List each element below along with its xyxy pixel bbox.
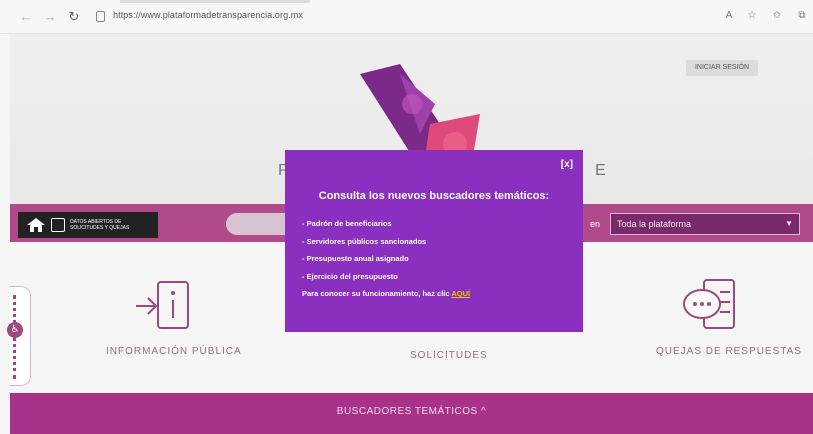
address-bar[interactable]: https://www.plataformadetransparencia.or… [113,10,303,20]
document-icon [51,218,65,232]
quejas-icon[interactable] [680,276,740,336]
datos-abiertos-label: DATOS ABIERTOS DE SOLICITUDES Y QUEJAS [70,219,130,231]
accessibility-icon[interactable]: ♿ [7,322,23,338]
list-item: - Servidores públicos sancionados [302,236,427,246]
quejas-label[interactable]: QUEJAS DE RESPUESTAS [656,346,802,357]
datos-abiertos-button[interactable]: DATOS ABIERTOS DE SOLICITUDES Y QUEJAS [18,212,158,238]
forward-arrow-icon[interactable]: → [42,9,58,25]
reload-icon[interactable]: ↻ [66,9,82,25]
chevron-down-icon: ▼ [785,219,793,228]
buscadores-tematicos-bar[interactable]: BUSCADORES TEMÁTICOS ^ [10,393,813,434]
modal-cta: Para conocer su funcionamiento, haz clic… [302,289,470,298]
buscadores-modal: [x] Consulta los nuevos buscadores temát… [285,150,583,332]
aqui-link[interactable]: AQUÍ [451,289,470,298]
modal-cta-text: Para conocer su funcionamiento, haz clic [302,289,452,298]
home-icon[interactable] [26,217,46,233]
modal-title: Consulta los nuevos buscadores temáticos… [318,190,550,202]
collections-icon[interactable]: ⧉ [795,9,809,23]
informacion-publica-label[interactable]: INFORMACIÓN PÚBLICA [106,346,242,357]
browser-toolbar: ← → ↻ https://www.plataformadetransparen… [0,0,813,34]
read-aloud-icon[interactable]: A [722,9,736,23]
solicitudes-label[interactable]: SOLICITUDES [410,350,488,361]
informacion-publica-icon[interactable] [134,276,194,336]
buscadores-tematicos-label[interactable]: BUSCADORES TEMÁTICOS ^ [10,406,813,417]
logo-text-right: E [595,162,606,179]
login-button[interactable]: INICIAR SESIÓN [686,60,758,76]
favorites-add-icon[interactable]: ☆ [745,9,759,23]
favorites-icon[interactable]: ✩ [770,9,784,23]
scope-select-value: Toda la plataforma [617,219,692,229]
list-item: - Padrón de beneficiarios [302,219,392,228]
scope-prefix-label: en [590,219,601,229]
page-info-icon[interactable] [96,11,105,22]
tab-indicator [120,0,310,3]
list-item: - Presupuesto anual asignado [302,254,409,263]
close-icon[interactable]: [x] [561,159,573,170]
back-arrow-icon[interactable]: ← [18,9,34,25]
scope-select[interactable]: Toda la plataforma ▼ [610,213,800,235]
list-item: - Ejercicio del presupuesto [302,271,398,281]
modal-list: - Padrón de beneficiarios - Servidores p… [302,215,426,285]
